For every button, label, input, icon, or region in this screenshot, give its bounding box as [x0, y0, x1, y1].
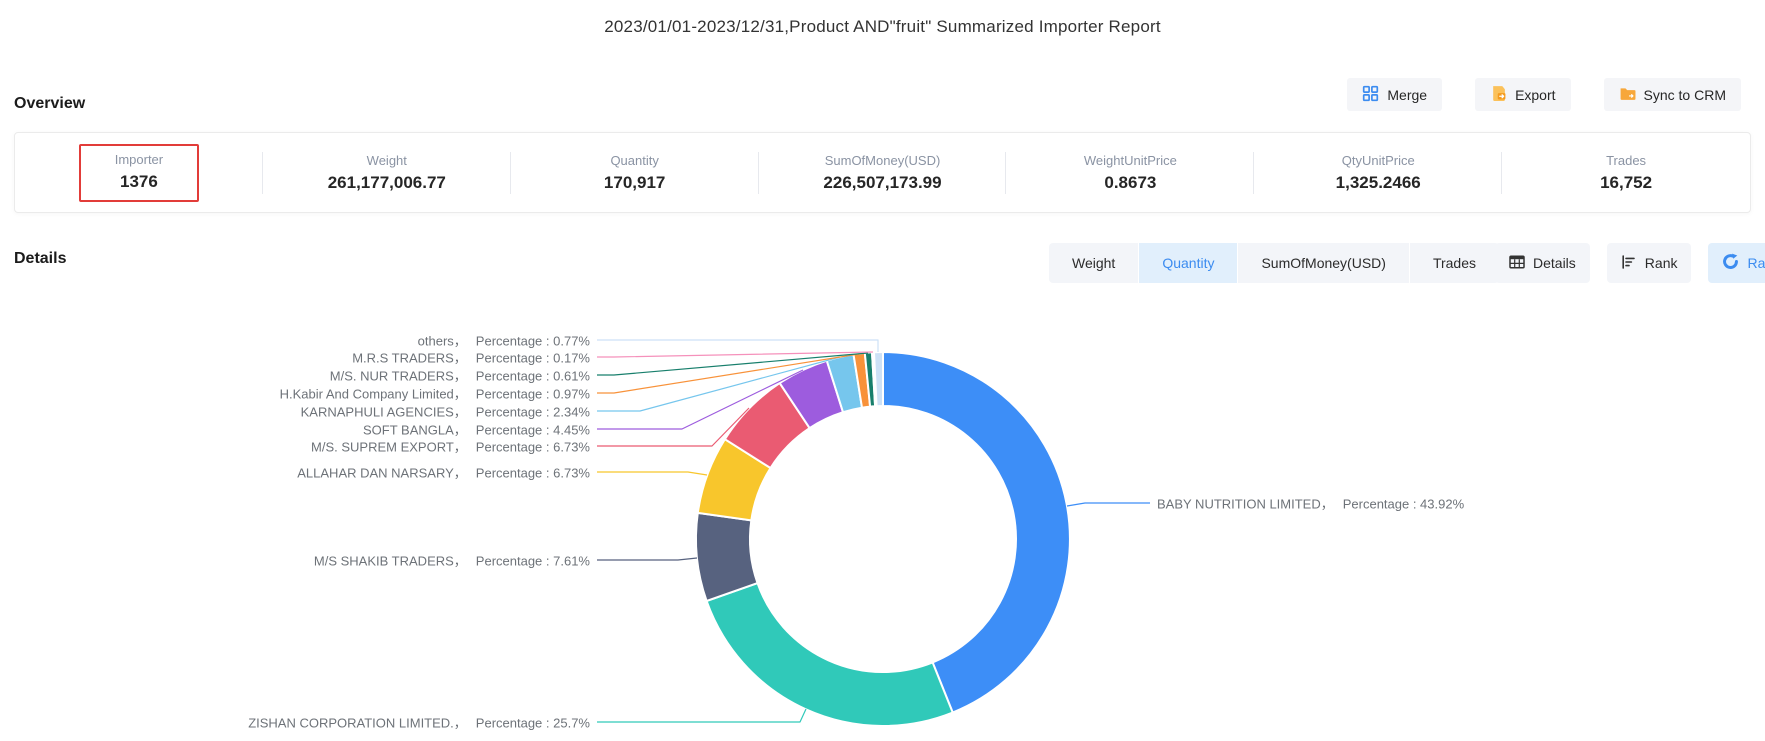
chart-label-name: SOFT BANGLA，: [363, 423, 467, 438]
chart-label-name: others，: [418, 334, 467, 349]
chart-label-percentage: Percentage : 43.92%: [1343, 497, 1464, 512]
chart-label-others: others， Percentage : 0.77%: [418, 331, 590, 350]
chart-label-percentage: Percentage : 25.7%: [476, 716, 590, 731]
chart-label-percentage: Percentage : 0.17%: [476, 351, 590, 366]
chart-label-name: KARNAPHULI AGENCIES，: [301, 405, 467, 420]
chart-label-name: M/S SHAKIB TRADERS，: [314, 554, 467, 569]
label-line-allahar-dan-narsary: [597, 472, 707, 475]
donut-slice-baby-nutrition-limited[interactable]: [883, 352, 1070, 713]
chart-label-name: M/S. NUR TRADERS，: [330, 369, 467, 384]
chart-label-m-s-shakib-traders: M/S SHAKIB TRADERS， Percentage : 7.61%: [314, 551, 590, 570]
chart-label-percentage: Percentage : 0.97%: [476, 387, 590, 402]
chart-label-name: BABY NUTRITION LIMITED，: [1157, 497, 1334, 512]
chart-label-h-kabir-and-company-limited: H.Kabir And Company Limited， Percentage :…: [280, 384, 590, 403]
chart-label-name: ALLAHAR DAN NARSARY，: [297, 466, 467, 481]
chart-label-percentage: Percentage : 4.45%: [476, 423, 590, 438]
chart-label-percentage: Percentage : 0.61%: [476, 369, 590, 384]
chart-label-zishan-corporation-limited: ZISHAN CORPORATION LIMITED.， Percentage :…: [248, 713, 590, 732]
chart-label-percentage: Percentage : 6.73%: [476, 466, 590, 481]
chart-label-karnaphuli-agencies: KARNAPHULI AGENCIES， Percentage : 2.34%: [301, 402, 590, 421]
donut-chart: [0, 0, 1765, 741]
label-line-m-s-shakib-traders: [597, 558, 697, 560]
label-line-zishan-corporation-limited: [597, 709, 806, 722]
chart-label-name: ZISHAN CORPORATION LIMITED.，: [248, 716, 467, 731]
chart-label-name: M/S. SUPREM EXPORT，: [311, 440, 467, 455]
chart-label-m-r-s-traders: M.R.S TRADERS， Percentage : 0.17%: [352, 348, 590, 367]
label-line-baby-nutrition-limited: [1067, 503, 1150, 506]
chart-label-percentage: Percentage : 2.34%: [476, 405, 590, 420]
chart-label-name: H.Kabir And Company Limited，: [280, 387, 467, 402]
chart-label-m-s-suprem-export: M/S. SUPREM EXPORT， Percentage : 6.73%: [311, 437, 590, 456]
donut-slice-zishan-corporation-limited[interactable]: [707, 583, 953, 726]
chart-label-percentage: Percentage : 6.73%: [476, 440, 590, 455]
chart-label-baby-nutrition-limited: BABY NUTRITION LIMITED， Percentage : 43.9…: [1157, 494, 1464, 513]
donut-slice-others[interactable]: [874, 352, 883, 406]
label-line-others: [597, 340, 878, 352]
chart-label-percentage: Percentage : 7.61%: [476, 554, 590, 569]
chart-label-allahar-dan-narsary: ALLAHAR DAN NARSARY， Percentage : 6.73%: [297, 463, 590, 482]
chart-label-m-s-nur-traders: M/S. NUR TRADERS， Percentage : 0.61%: [330, 366, 590, 385]
chart-label-name: M.R.S TRADERS，: [352, 351, 467, 366]
chart-label-soft-bangla: SOFT BANGLA， Percentage : 4.45%: [363, 420, 590, 439]
chart-label-percentage: Percentage : 0.77%: [476, 334, 590, 349]
